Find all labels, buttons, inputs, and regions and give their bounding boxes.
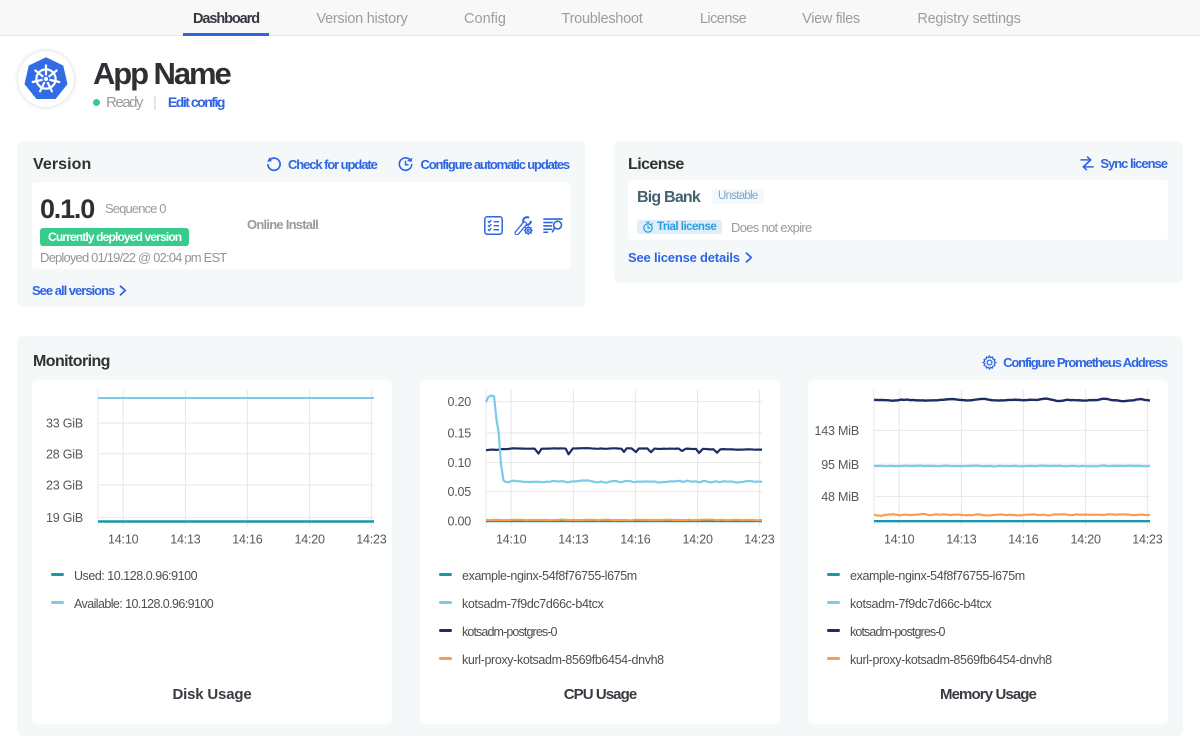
svg-text:0.10: 0.10 <box>447 456 471 470</box>
svg-text:14:13: 14:13 <box>170 533 201 547</box>
svg-text:14:23: 14:23 <box>744 533 775 547</box>
svg-text:0.00: 0.00 <box>447 515 471 529</box>
svg-text:19 GiB: 19 GiB <box>46 511 83 525</box>
svg-text:14:13: 14:13 <box>558 533 589 547</box>
svg-text:143 MiB: 143 MiB <box>815 424 859 438</box>
svg-text:14:16: 14:16 <box>232 533 263 547</box>
svg-text:33 GiB: 33 GiB <box>46 417 83 431</box>
svg-text:14:10: 14:10 <box>496 533 527 547</box>
svg-text:14:20: 14:20 <box>294 533 325 547</box>
svg-text:14:10: 14:10 <box>884 533 915 547</box>
svg-text:14:16: 14:16 <box>620 533 651 547</box>
svg-text:14:13: 14:13 <box>946 533 977 547</box>
svg-text:48 MiB: 48 MiB <box>821 490 859 504</box>
svg-text:0.15: 0.15 <box>447 427 471 441</box>
svg-text:95 MiB: 95 MiB <box>821 458 859 472</box>
svg-text:14:20: 14:20 <box>682 533 713 547</box>
svg-text:23 GiB: 23 GiB <box>46 479 83 493</box>
svg-text:14:23: 14:23 <box>356 533 387 547</box>
svg-text:14:23: 14:23 <box>1132 533 1163 547</box>
svg-text:0.05: 0.05 <box>447 485 471 499</box>
svg-text:28 GiB: 28 GiB <box>46 447 83 461</box>
svg-text:14:20: 14:20 <box>1070 533 1101 547</box>
svg-text:14:16: 14:16 <box>1008 533 1039 547</box>
svg-text:0.20: 0.20 <box>447 395 471 409</box>
svg-text:14:10: 14:10 <box>108 533 139 547</box>
